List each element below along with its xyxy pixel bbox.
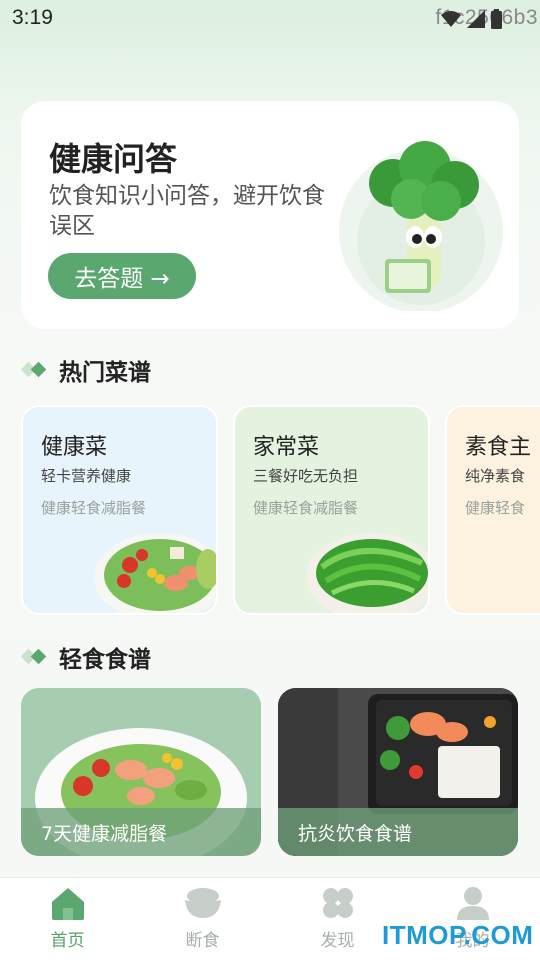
- meal-caption: 抗炎饮食食谱: [278, 808, 518, 856]
- hot-recipe-card-home[interactable]: 家常菜 三餐好吃无负担 健康轻食减脂餐: [233, 405, 430, 615]
- tab-label: 断食: [185, 931, 220, 951]
- hero-subtitle: 饮食知识小问答，避开饮食误区: [49, 183, 325, 239]
- start-quiz-button[interactable]: 去答题 →: [48, 253, 196, 299]
- wifi-icon: [441, 11, 461, 27]
- status-time: 3:19: [12, 6, 53, 29]
- watermark-text: ITMOP.COM: [382, 920, 534, 950]
- light-meals-header: 轻食食谱: [21, 640, 151, 674]
- broccoli-mascot-illustration: [339, 141, 503, 311]
- hot-recipes-carousel[interactable]: 健康菜 轻卡营养健康 健康轻食减脂餐 家常菜 三餐好吃无负担 健康轻食减脂餐 素…: [21, 405, 540, 615]
- discover-icon: [322, 888, 353, 918]
- tab-fasting[interactable]: 断食: [135, 878, 270, 960]
- greens-plate-image: [306, 533, 428, 613]
- card-title: 健康菜: [41, 435, 108, 460]
- card-desc: 纯净素食: [465, 467, 526, 485]
- health-quiz-card[interactable]: 健康问答 饮食知识小问答，避开饮食误区 去答题 →: [21, 101, 519, 329]
- light-meals-title: 轻食食谱: [59, 647, 151, 673]
- tab-label: 首页: [50, 931, 85, 951]
- hot-recipe-card-healthy[interactable]: 健康菜 轻卡营养健康 健康轻食减脂餐: [21, 405, 218, 615]
- card-title: 素食主: [465, 435, 532, 460]
- status-bar: 3:19 f1c2566b3: [0, 0, 540, 38]
- tab-label: 发现: [320, 931, 355, 951]
- card-desc: 轻卡营养健康: [41, 467, 132, 485]
- battery-icon: [491, 9, 502, 29]
- hot-recipes-header: 热门菜谱: [21, 353, 151, 387]
- meal-caption: 7天健康减脂餐: [21, 808, 261, 856]
- tab-home[interactable]: 首页: [0, 878, 135, 960]
- card-tag: 健康轻食: [465, 499, 526, 517]
- diamond-icon: [21, 361, 47, 378]
- bowl-icon: [184, 888, 221, 918]
- status-icons: [441, 9, 502, 29]
- meal-card-anti-inflammatory[interactable]: 抗炎饮食食谱: [278, 688, 518, 856]
- card-tag: 健康轻食减脂餐: [41, 499, 147, 517]
- card-desc: 三餐好吃无负担: [253, 467, 359, 485]
- hot-recipes-title: 热门菜谱: [59, 360, 151, 386]
- diamond-icon: [21, 648, 47, 665]
- hero-title: 健康问答: [49, 140, 178, 178]
- signal-icon: [467, 10, 485, 28]
- hot-recipe-card-vegetarian[interactable]: 素食主 纯净素食 健康轻食: [445, 405, 540, 615]
- profile-icon: [456, 887, 489, 920]
- card-title: 家常菜: [253, 435, 320, 460]
- meal-card-fat-loss[interactable]: 7天健康减脂餐: [21, 688, 261, 856]
- salad-plate-image: [94, 533, 216, 613]
- home-icon: [51, 888, 84, 920]
- card-tag: 健康轻食减脂餐: [253, 499, 359, 517]
